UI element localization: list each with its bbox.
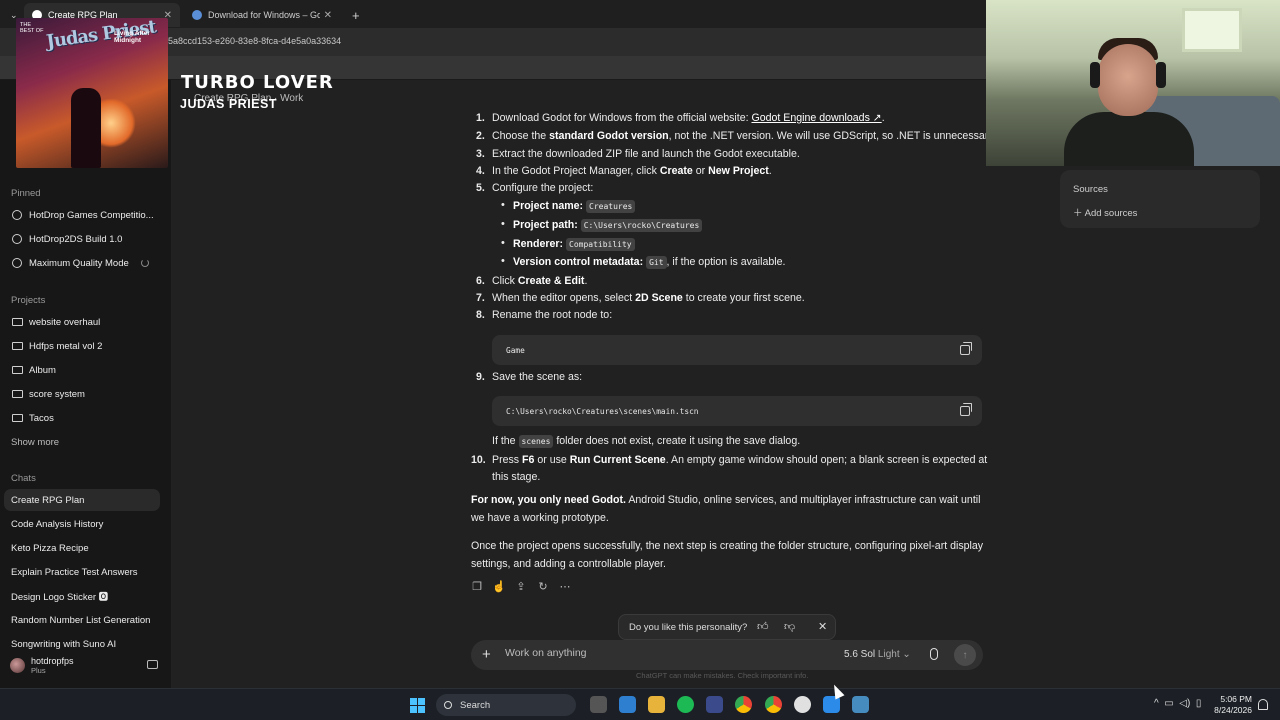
chat-item[interactable]: Random Number List Generation: [11, 609, 161, 631]
pinned-item[interactable]: HotDrop2DS Build 1.0: [11, 228, 161, 250]
hud-app-icon[interactable]: [706, 696, 723, 713]
radio-icon: [11, 257, 23, 269]
share-icon[interactable]: ⇪: [515, 580, 527, 593]
plus-icon[interactable]: +: [482, 646, 491, 663]
project-item[interactable]: score system: [11, 383, 161, 405]
chevron-down-icon: ⌄: [902, 649, 911, 660]
openai-app-icon[interactable]: [794, 696, 811, 713]
thumbs-icon[interactable]: ☝: [492, 580, 506, 593]
copy-icon[interactable]: [960, 342, 972, 355]
sources-title: Sources: [1073, 184, 1108, 195]
spotify-icon[interactable]: [677, 696, 694, 713]
user-name: hotdropfps: [31, 656, 74, 666]
godot-icon[interactable]: [852, 696, 869, 713]
disclaimer: ChatGPT can make mistakes. Check importa…: [636, 671, 809, 680]
file-explorer-icon[interactable]: [648, 696, 665, 713]
code-block[interactable]: Game: [492, 335, 982, 365]
search-icon: [444, 701, 452, 709]
show-more-button[interactable]: Show more: [11, 431, 161, 453]
projects-label: Projects: [11, 295, 46, 306]
folder-icon: [11, 412, 23, 424]
sidebar-settings-icon[interactable]: [147, 660, 158, 669]
add-sources-button[interactable]: ＋ Add sources: [1073, 205, 1137, 219]
screen: ⌄ Create RPG Plan ✕ Download for Windows…: [0, 0, 1280, 720]
thumbs-up-icon[interactable]: 👍︎: [757, 620, 769, 633]
notepad-icon[interactable]: [619, 696, 636, 713]
send-button[interactable]: ↑: [954, 644, 976, 666]
system-tray[interactable]: ^ ▭ ◁) ▯: [1154, 698, 1201, 709]
project-item[interactable]: website overhaul: [11, 311, 161, 333]
avatar: [10, 658, 25, 673]
code-block[interactable]: C:\Users\rocko\Creatures\scenes\main.tsc…: [492, 396, 982, 426]
task-view-icon[interactable]: [590, 696, 607, 713]
chat-item[interactable]: Design Logo Sticker 🅾: [11, 585, 161, 607]
chat-item[interactable]: Songwriting with Suno AI: [11, 633, 161, 655]
paragraph: Once the project opens successfully, the…: [471, 540, 984, 570]
chats-label: Chats: [11, 473, 36, 484]
chat-item[interactable]: Keto Pizza Recipe: [11, 537, 161, 559]
pinned-item[interactable]: Maximum Quality Mode: [11, 252, 161, 274]
chat-item[interactable]: Code Analysis History: [11, 513, 161, 535]
album-art: THE BEST OF Judas Priest Living After Mi…: [16, 18, 168, 168]
folder-icon: [11, 316, 23, 328]
battery-icon: ▯: [1195, 698, 1202, 709]
sources-panel: Sources ＋ Add sources: [1060, 170, 1260, 228]
vscode-icon[interactable]: [823, 696, 840, 713]
chat-item-active[interactable]: Create RPG Plan: [4, 489, 160, 511]
model-selector[interactable]: 5.6 Sol Light ⌄: [844, 649, 911, 660]
personality-feedback: Do you like this personality? 👍︎ 👎︎ ✕: [618, 614, 836, 640]
microphone-icon[interactable]: [930, 648, 938, 660]
user-plan: Plus: [31, 666, 46, 675]
composer: + 5.6 Sol Light ⌄ ↑: [471, 640, 983, 670]
radio-icon: [11, 233, 23, 245]
windows-start-icon[interactable]: [410, 698, 425, 713]
regenerate-icon[interactable]: ↻: [537, 580, 549, 593]
chrome-icon[interactable]: [735, 696, 752, 713]
message-actions: ❐ ☝ ⇪ ↻ ⋯: [471, 580, 571, 593]
folder-icon: [11, 388, 23, 400]
volume-icon: ◁): [1179, 698, 1191, 709]
project-item[interactable]: Album: [11, 359, 161, 381]
user-profile[interactable]: hotdropfps Plus: [10, 656, 74, 675]
taskbar: Search ^ ▭ ◁) ▯ 5:06 PM 8/24/2026: [0, 688, 1280, 720]
copy-icon[interactable]: [960, 403, 972, 416]
taskbar-clock[interactable]: 5:06 PM 8/24/2026: [1212, 694, 1252, 716]
chrome-active-icon[interactable]: [765, 696, 782, 713]
close-icon[interactable]: ✕: [818, 620, 827, 633]
now-playing-track: TURBO LOVER: [181, 72, 334, 93]
pinned-item[interactable]: HotDrop Games Competitio...: [11, 204, 161, 226]
project-item[interactable]: Tacos: [11, 407, 161, 429]
paragraph: For now, you only need Godot. Android St…: [471, 494, 981, 524]
radio-icon: [11, 209, 23, 221]
more-icon[interactable]: ⋯: [559, 580, 571, 593]
prompt-input[interactable]: [505, 647, 805, 659]
webcam-feed: [986, 0, 1280, 166]
now-playing-artist: JUDAS PRIEST: [180, 97, 277, 111]
new-tab-button[interactable]: +: [344, 3, 364, 27]
plus-icon: ＋: [1073, 208, 1085, 219]
url-text[interactable]: 5a8ccd153-e260-83e8-8fca-d4e5a0a33634: [168, 36, 341, 46]
network-icon: ▭: [1164, 698, 1174, 709]
chat-item[interactable]: Explain Practice Test Answers: [11, 561, 161, 583]
folder-icon: [11, 340, 23, 352]
loading-spinner-icon: [140, 259, 149, 267]
close-tab-icon[interactable]: ✕: [324, 10, 332, 21]
feedback-question: Do you like this personality?: [629, 622, 748, 633]
godot-downloads-link[interactable]: Godot Engine downloads ↗: [751, 112, 881, 124]
notification-icon[interactable]: [1258, 699, 1268, 710]
godot-favicon-icon: [192, 10, 202, 20]
copy-icon[interactable]: ❐: [471, 580, 483, 593]
chevron-up-icon: ^: [1154, 698, 1159, 709]
project-item[interactable]: Hdfps metal vol 2: [11, 335, 161, 357]
taskbar-search[interactable]: Search: [436, 694, 576, 716]
thumbs-down-icon[interactable]: 👎︎: [784, 620, 795, 633]
pinned-label: Pinned: [11, 188, 41, 199]
tab-godot-download[interactable]: Download for Windows – Godot ✕: [184, 3, 340, 27]
folder-icon: [11, 364, 23, 376]
